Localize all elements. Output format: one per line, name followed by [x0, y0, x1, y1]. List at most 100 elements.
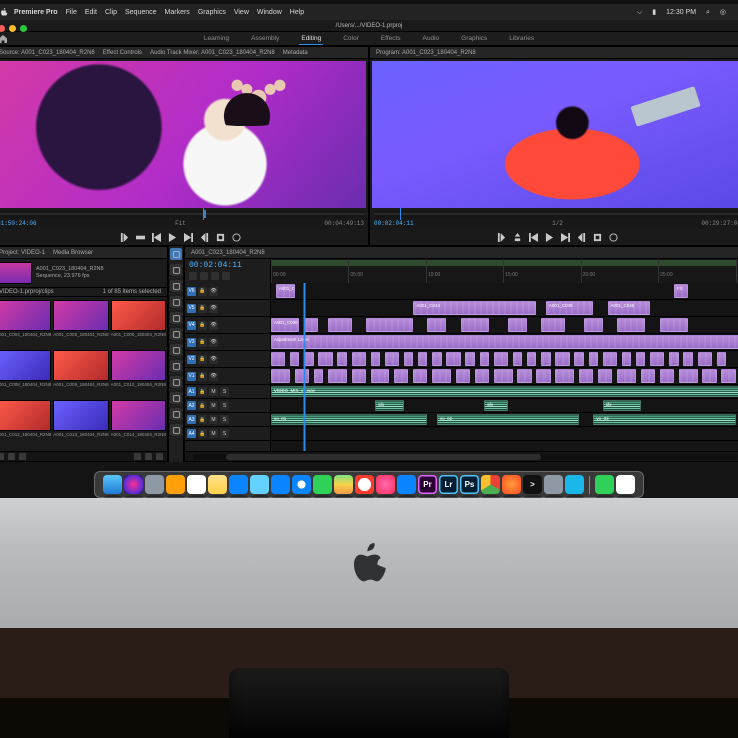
close-window-button[interactable] [0, 25, 5, 32]
timeline-clip[interactable]: A001_C071 [276, 284, 295, 298]
timeline-clip[interactable] [650, 352, 664, 366]
snap-icon[interactable] [189, 272, 197, 280]
timeline-clip[interactable]: A001_C046 [608, 301, 651, 315]
workspace-tab-active[interactable]: Editing [299, 33, 323, 45]
source-viewer[interactable] [0, 61, 366, 208]
mark-out-icon[interactable] [577, 233, 586, 242]
program-fit[interactable]: 1/2 [552, 220, 563, 227]
track-header-A4[interactable]: A4🔒MS [185, 427, 270, 441]
track-visibility-toggle[interactable]: 👁 [209, 372, 218, 381]
timeline-clip[interactable] [541, 318, 565, 332]
project-clip[interactable]: A001_C012_180404_R2N8 [0, 400, 51, 448]
track-lock-toggle[interactable]: 🔒 [198, 287, 207, 296]
timeline-clip[interactable] [683, 352, 692, 366]
timeline-clip[interactable] [589, 352, 598, 366]
track-header-A2[interactable]: A2🔒MS [185, 399, 270, 413]
track-lock-toggle[interactable]: 🔒 [198, 321, 207, 330]
track-visibility-toggle[interactable]: 👁 [209, 338, 218, 347]
track-header-V5[interactable]: V5🔒👁 [185, 300, 270, 317]
tool-slide[interactable] [170, 360, 182, 372]
play-icon[interactable] [168, 233, 177, 242]
track-target-toggle[interactable]: A2 [187, 401, 196, 410]
timeline-clip[interactable]: sfx [603, 400, 641, 411]
workspace-tab[interactable]: Graphics [459, 33, 489, 44]
dock-app-maps[interactable] [334, 475, 353, 494]
tool-selection[interactable] [170, 248, 182, 260]
workspace-tab[interactable]: Color [341, 33, 361, 44]
dock-app-safari[interactable] [292, 475, 311, 494]
tool-slip[interactable] [170, 344, 182, 356]
menu-clip[interactable]: Clip [105, 9, 117, 16]
timeline-clip[interactable] [584, 318, 603, 332]
workspace-tab[interactable]: Libraries [507, 33, 536, 44]
timeline-clip[interactable]: sfx [484, 400, 508, 411]
timeline-clip[interactable] [371, 369, 390, 383]
track-solo-toggle[interactable]: S [220, 415, 229, 424]
timeline-clip[interactable] [717, 352, 726, 366]
bin-path[interactable]: VIDEO-1.prproj/clips [0, 289, 54, 295]
dock-app-photoshop[interactable]: Ps [460, 475, 479, 494]
dock-app-terminal[interactable]: > [523, 475, 542, 494]
timeline-clip[interactable] [494, 369, 513, 383]
dock-app-lightroom[interactable]: Lr [439, 475, 458, 494]
workspace-tab[interactable]: Learning [202, 33, 231, 44]
wifi-icon[interactable]: ⌵ [637, 9, 642, 16]
workspace-tab[interactable]: Audio [421, 33, 442, 44]
dock-app-notes[interactable] [208, 475, 227, 494]
timeline-h-scrollbar[interactable] [193, 454, 737, 460]
timeline-clip[interactable] [418, 352, 427, 366]
timeline-clip[interactable] [404, 352, 413, 366]
program-timecode-in[interactable]: 00:02:04:11 [374, 220, 414, 227]
tool-type[interactable] [170, 424, 182, 436]
zoom-window-button[interactable] [20, 25, 27, 32]
panel-tab[interactable]: Media Browser [53, 250, 93, 256]
source-scrub-bar[interactable] [0, 210, 364, 218]
source-fit[interactable]: Fit [175, 220, 186, 227]
traffic-lights[interactable] [0, 25, 27, 32]
settings-icon[interactable] [222, 272, 230, 280]
track-visibility-toggle[interactable]: 👁 [209, 321, 218, 330]
dock-app-itunes[interactable] [376, 475, 395, 494]
timeline-clip[interactable] [475, 369, 489, 383]
source-timecode-in[interactable]: 01:50:24:06 [0, 220, 37, 227]
timeline-clip[interactable] [698, 352, 712, 366]
timeline-clip[interactable] [679, 369, 698, 383]
menubar-app-name[interactable]: Premiere Pro [14, 9, 58, 16]
panel-tab[interactable]: Metadata [283, 50, 308, 56]
timeline-clip[interactable] [352, 352, 366, 366]
timeline-clip[interactable] [702, 369, 716, 383]
timeline-clip[interactable] [494, 352, 508, 366]
timeline-clip[interactable] [579, 369, 593, 383]
dock-app-launchpad[interactable] [145, 475, 164, 494]
timeline-clip[interactable] [271, 352, 285, 366]
dock-app-reminders[interactable] [187, 475, 206, 494]
timeline-clip[interactable] [394, 369, 408, 383]
timeline-playhead-tc[interactable]: 00:02:04:11 [189, 261, 266, 270]
track-target-toggle[interactable]: A1 [187, 387, 196, 396]
tool-razor[interactable] [170, 328, 182, 340]
track-lock-toggle[interactable]: 🔒 [198, 415, 207, 424]
timeline-clip[interactable] [456, 369, 470, 383]
timeline-clip[interactable]: vo_03 [593, 414, 735, 425]
timeline-clip[interactable] [603, 352, 617, 366]
spotlight-icon[interactable]: ⌕ [706, 9, 710, 16]
track-row[interactable] [271, 351, 738, 368]
timeline-clip[interactable] [555, 352, 569, 366]
timeline-clip[interactable] [432, 369, 451, 383]
tool-rate-stretch[interactable] [170, 312, 182, 324]
timeline-clip[interactable] [352, 369, 366, 383]
timeline-clip[interactable]: FX [674, 284, 688, 298]
new-bin-icon[interactable] [134, 453, 141, 460]
track-lock-toggle[interactable]: 🔒 [198, 304, 207, 313]
dock-app-settings[interactable] [544, 475, 563, 494]
timeline-clip[interactable]: vo_02 [437, 414, 579, 425]
project-clip[interactable]: A001_C004_180404_R2N8 [0, 300, 51, 348]
timeline-clip[interactable] [465, 352, 474, 366]
timeline-clip[interactable] [636, 352, 645, 366]
timeline-clip[interactable] [304, 318, 318, 332]
track-header-V2[interactable]: V2🔒👁 [185, 351, 270, 368]
tool-hand[interactable] [170, 392, 182, 404]
timeline-clip[interactable] [660, 318, 688, 332]
menu-view[interactable]: View [234, 9, 249, 16]
timeline-clip[interactable]: A001_C045 [546, 301, 593, 315]
